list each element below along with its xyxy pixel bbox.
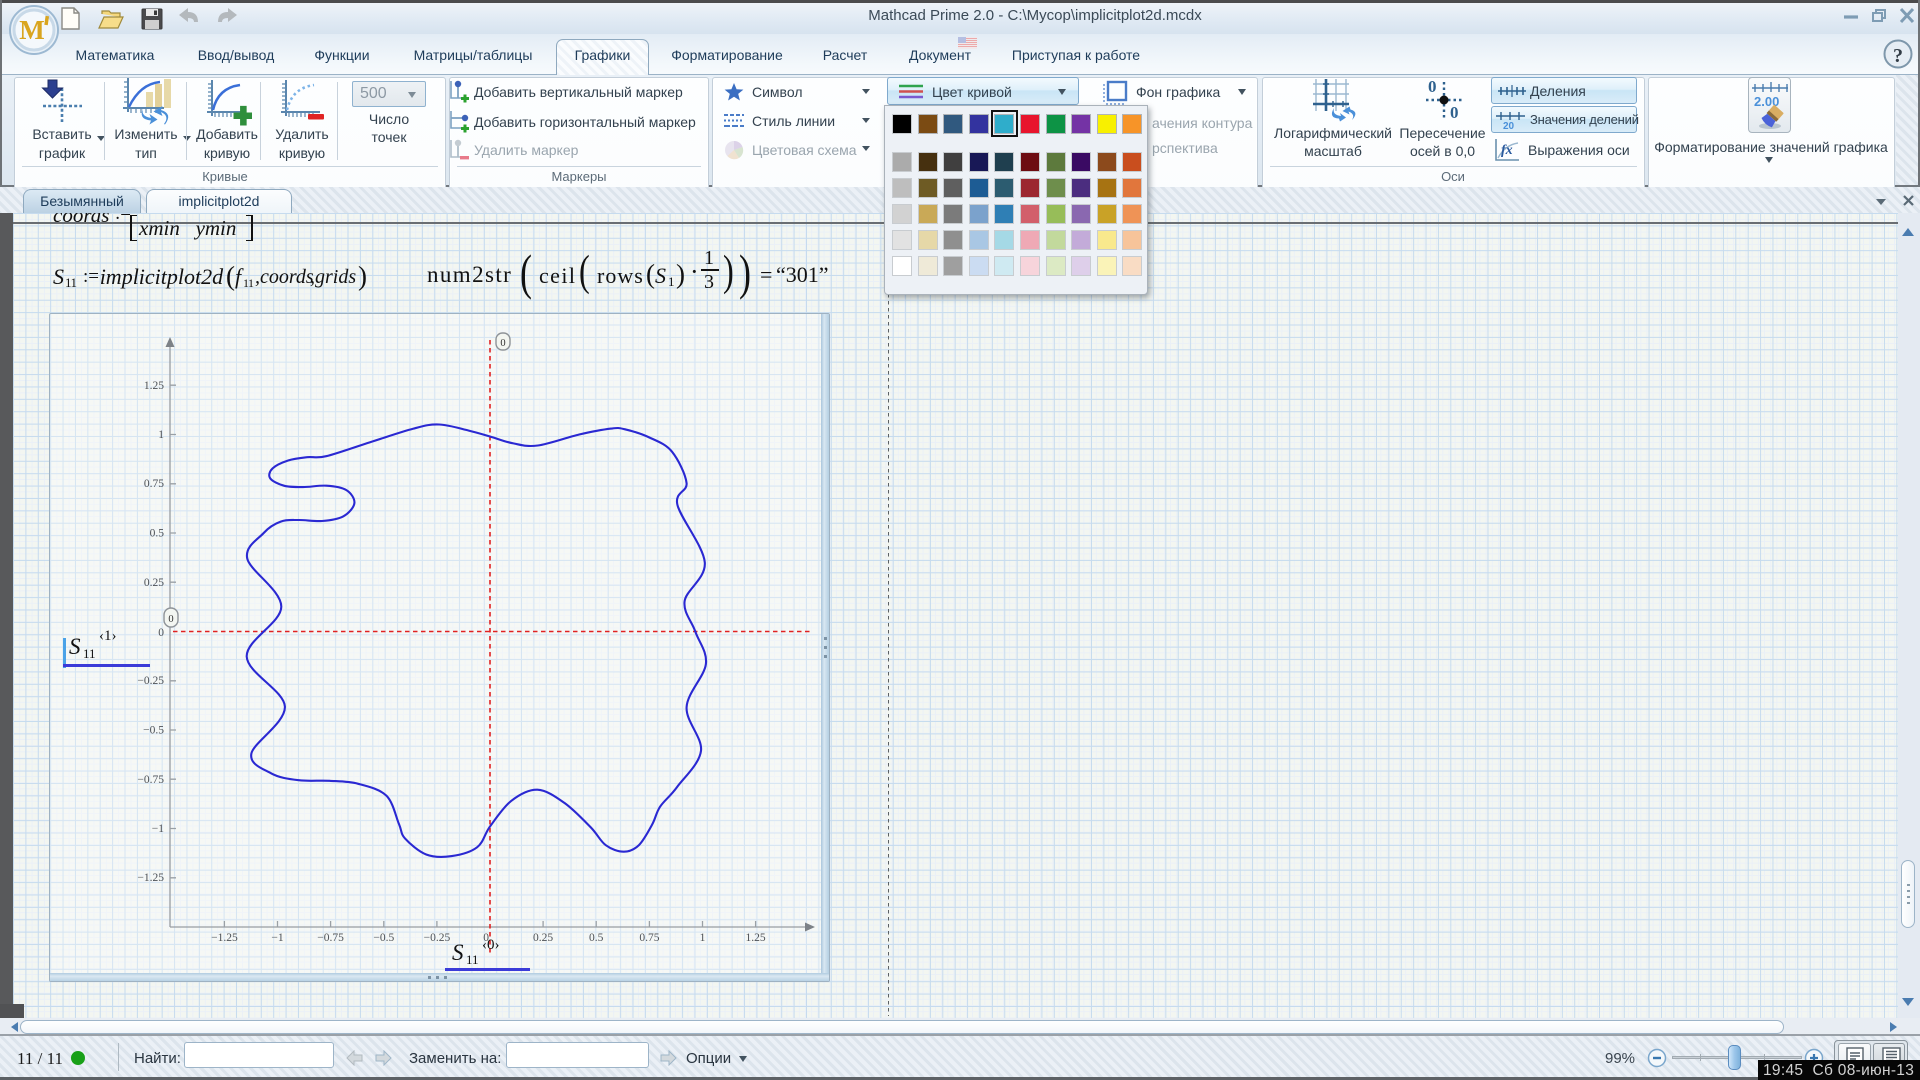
svg-text:0: 0 xyxy=(168,614,173,625)
svg-text:0: 0 xyxy=(1428,77,1437,96)
svg-text:0.25: 0.25 xyxy=(144,577,164,589)
svg-text:−0.25: −0.25 xyxy=(424,932,451,944)
svg-text:0.5: 0.5 xyxy=(150,528,165,540)
svg-text:−0.5: −0.5 xyxy=(373,932,394,944)
svg-text:0.75: 0.75 xyxy=(639,932,659,944)
svg-text:0.25: 0.25 xyxy=(533,932,553,944)
svg-text:−0.75: −0.75 xyxy=(137,774,164,786)
svg-text:−0.5: −0.5 xyxy=(143,725,164,737)
svg-text:0: 0 xyxy=(1450,103,1459,122)
svg-text:−1: −1 xyxy=(152,823,164,835)
svg-text:0: 0 xyxy=(500,338,505,349)
svg-text:−1: −1 xyxy=(271,932,283,944)
svg-text:0: 0 xyxy=(158,627,164,639)
svg-text:1: 1 xyxy=(158,429,164,441)
svg-text:−0.25: −0.25 xyxy=(137,675,164,687)
svg-text:fx: fx xyxy=(1501,143,1513,158)
svg-text:−0.75: −0.75 xyxy=(317,932,344,944)
svg-text:0.75: 0.75 xyxy=(144,478,164,490)
svg-text:0.5: 0.5 xyxy=(589,932,604,944)
svg-text:−1.25: −1.25 xyxy=(211,932,238,944)
svg-text:20: 20 xyxy=(1503,121,1515,130)
svg-text:1.25: 1.25 xyxy=(746,932,766,944)
svg-text:?: ? xyxy=(1893,45,1903,67)
svg-text:1.25: 1.25 xyxy=(144,380,164,392)
svg-text:M: M xyxy=(19,15,44,45)
svg-text:−1.25: −1.25 xyxy=(137,872,164,884)
svg-text:1: 1 xyxy=(700,932,706,944)
